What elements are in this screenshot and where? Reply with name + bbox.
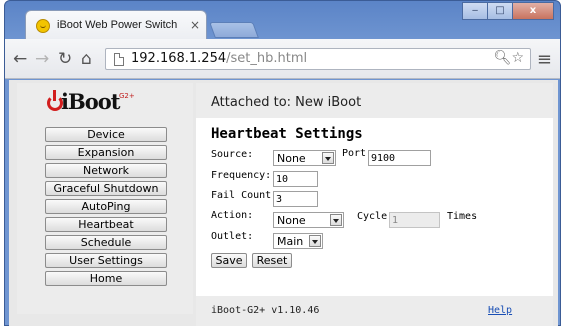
page-icon	[114, 53, 124, 66]
reload-icon[interactable]: ↻	[58, 50, 72, 68]
back-arrow-icon[interactable]: ←	[13, 50, 27, 68]
sidebar-item-home[interactable]: Home	[45, 271, 167, 286]
minimize-button[interactable]: ‒	[462, 2, 488, 20]
web-page: iBoot G2+ Device Expansion Network Grace…	[9, 80, 558, 326]
fail-count-input[interactable]: 3	[273, 191, 318, 207]
url-text[interactable]: 192.168.1.254/set_hb.html	[131, 51, 307, 66]
url-host: 192.168.1.254	[131, 51, 227, 66]
sidebar: iBoot G2+ Device Expansion Network Grace…	[17, 83, 193, 314]
sidebar-item-user-settings[interactable]: User Settings	[45, 253, 167, 268]
sidebar-item-schedule[interactable]: Schedule	[45, 235, 167, 250]
heartbeat-settings-panel: Heartbeat Settings Source: None Port 910…	[196, 118, 553, 296]
port-label: Port	[342, 148, 367, 159]
source-select[interactable]: None	[273, 150, 336, 166]
help-link[interactable]: Help	[488, 305, 512, 316]
close-window-button[interactable]: x	[512, 2, 554, 20]
port-input[interactable]: 9100	[368, 150, 431, 166]
sidebar-item-network[interactable]: Network	[45, 163, 167, 178]
browser-toolbar: ← → ↻ ⌂ 192.168.1.254/set_hb.html 🔍︎☆ ≡	[5, 39, 560, 79]
title-bar: iBoot Web Power Switch × ‒ □ x	[5, 1, 560, 40]
frequency-label: Frequency:	[211, 170, 272, 181]
forward-arrow-icon[interactable]: →	[35, 50, 49, 68]
tab-close-icon[interactable]: ×	[190, 18, 200, 32]
address-bar[interactable]: 192.168.1.254/set_hb.html 🔍︎☆	[105, 48, 531, 70]
sidebar-item-heartbeat[interactable]: Heartbeat	[45, 217, 167, 232]
outlet-value: Main	[277, 235, 304, 248]
home-icon[interactable]: ⌂	[81, 50, 92, 68]
sidebar-item-expansion[interactable]: Expansion	[45, 145, 167, 160]
cycle-times-input[interactable]: 1	[389, 212, 440, 228]
browser-tab[interactable]: iBoot Web Power Switch ×	[25, 10, 207, 40]
source-value: None	[277, 152, 306, 165]
action-label: Action:	[211, 210, 254, 221]
reset-button[interactable]: Reset	[252, 253, 292, 268]
sidebar-item-graceful-shutdown[interactable]: Graceful Shutdown	[45, 181, 167, 196]
menu-icon[interactable]: ≡	[537, 49, 552, 70]
chevron-down-icon	[309, 235, 321, 247]
chevron-down-icon	[322, 152, 334, 164]
firmware-version: iBoot-G2+ v1.10.46	[211, 305, 320, 316]
frequency-input[interactable]: 10	[273, 171, 318, 187]
save-button[interactable]: Save	[211, 253, 247, 268]
cycle-label: Cycle	[357, 211, 388, 222]
browser-window: iBoot Web Power Switch × ‒ □ x ← → ↻ ⌂ 1…	[4, 0, 561, 326]
chevron-down-icon	[330, 214, 342, 226]
main-content: Attached to: New iBoot Heartbeat Setting…	[196, 83, 553, 326]
page-title: Heartbeat Settings	[211, 126, 363, 142]
logo-text: iBoot	[61, 89, 120, 114]
window-controls: ‒ □ x	[462, 2, 554, 20]
tab-title: iBoot Web Power Switch	[57, 19, 178, 31]
iboot-logo: iBoot G2+	[47, 89, 157, 119]
zoom-and-bookmark-icons[interactable]: 🔍︎☆	[494, 50, 524, 66]
fail-count-label: Fail Count:	[211, 190, 278, 201]
maximize-button[interactable]: □	[487, 2, 513, 20]
logo-superscript: G2+	[119, 92, 135, 100]
action-value: None	[277, 214, 306, 227]
outlet-label: Outlet:	[211, 231, 254, 242]
source-label: Source:	[211, 149, 254, 160]
attached-device-label: Attached to: New iBoot	[211, 95, 362, 110]
sidebar-item-device[interactable]: Device	[45, 127, 167, 142]
sidebar-item-autoping[interactable]: AutoPing	[45, 199, 167, 214]
times-label: Times	[447, 211, 478, 222]
outlet-select[interactable]: Main	[273, 233, 323, 249]
new-tab-button[interactable]	[209, 22, 259, 38]
smiley-favicon-icon	[36, 19, 50, 33]
action-select[interactable]: None	[273, 212, 344, 228]
url-path: /set_hb.html	[226, 51, 308, 66]
